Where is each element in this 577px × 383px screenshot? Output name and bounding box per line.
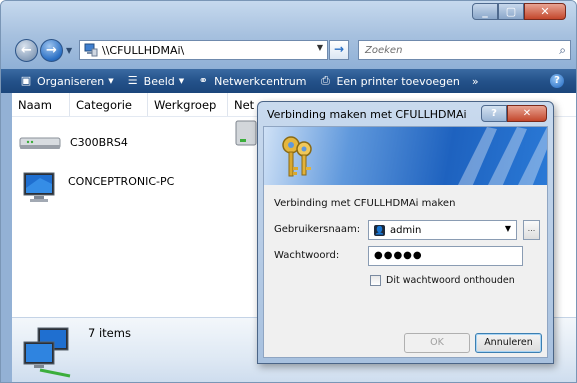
banner-decoration: [458, 127, 547, 185]
address-dropdown-icon[interactable]: ▼: [317, 43, 323, 52]
username-label: Gebruikersnaam:: [274, 224, 361, 235]
column-header-werkgroep[interactable]: Werkgroep: [148, 93, 228, 116]
remember-password-checkbox[interactable]: [370, 275, 381, 286]
list-item[interactable]: CONCEPTRONIC-PC: [20, 170, 174, 206]
network-computer-icon: [84, 43, 98, 57]
network-center-button[interactable]: ⚭ Netwerkcentrum: [196, 74, 307, 88]
chevron-down-icon: ▼: [108, 77, 114, 85]
list-item[interactable]: [232, 119, 260, 149]
username-field[interactable]: 👤 admin ▼: [368, 220, 517, 240]
add-printer-button[interactable]: ⎙ Een printer toevoegen: [318, 74, 460, 88]
search-icon[interactable]: ⌕: [559, 43, 566, 58]
search-placeholder: Zoeken: [365, 44, 403, 56]
address-bar[interactable]: \\CFULLHDMAi\ ▼: [79, 40, 328, 60]
recent-pages-dropdown[interactable]: ▼: [66, 46, 76, 55]
maximize-button[interactable]: ▢: [498, 3, 524, 20]
go-button[interactable]: →: [329, 40, 349, 60]
network-device-icon: [235, 120, 257, 146]
more-commands-button[interactable]: »: [472, 75, 479, 88]
cancel-button[interactable]: Annuleren: [475, 333, 542, 353]
organize-menu[interactable]: ▣ Organiseren ▼: [19, 74, 114, 88]
address-text: \\CFULLHDMAi\: [102, 43, 185, 57]
forward-button[interactable]: →: [40, 38, 63, 62]
dialog-subtitle: Verbinding met CFULLHDMAi maken: [274, 198, 456, 209]
back-button[interactable]: ←: [15, 38, 38, 62]
ok-button[interactable]: OK: [404, 333, 470, 353]
network-computers-icon: [23, 327, 71, 378]
dialog-banner: [264, 127, 547, 185]
help-icon[interactable]: ?: [550, 74, 564, 88]
item-label: C300BRS4: [70, 135, 128, 149]
dialog-controls: ? ✕: [481, 105, 547, 122]
add-printer-label: Een printer toevoegen: [336, 74, 460, 88]
search-input[interactable]: Zoeken ⌕: [358, 40, 571, 60]
navigation-buttons: ← → ▼: [15, 38, 76, 62]
view-icon: ☰: [127, 74, 138, 87]
password-label: Wachtwoord:: [274, 250, 340, 261]
chevron-down-icon[interactable]: ▼: [505, 224, 511, 233]
user-icon: 👤: [374, 224, 385, 236]
computer-monitor-icon: [23, 172, 55, 202]
list-item[interactable]: C300BRS4: [18, 131, 128, 153]
dialog-body: Verbinding met CFULLHDMAi maken Gebruike…: [263, 126, 548, 358]
remember-password-label[interactable]: Dit wachtwoord onthouden: [386, 275, 515, 286]
dialog-title: Verbinding maken met CFULLHDMAi: [267, 108, 467, 121]
item-label: CONCEPTRONIC-PC: [68, 174, 175, 188]
credentials-dialog: Verbinding maken met CFULLHDMAi ? ✕ Verb…: [257, 101, 554, 364]
dialog-help-button[interactable]: ?: [481, 105, 507, 122]
column-header-categorie[interactable]: Categorie: [70, 93, 148, 116]
network-center-icon: ⚭: [198, 74, 208, 87]
password-field[interactable]: ●●●●●: [368, 246, 523, 266]
keys-icon: [282, 136, 312, 177]
column-header-naam[interactable]: Naam: [12, 93, 70, 116]
username-value: admin: [390, 224, 422, 236]
minimize-button[interactable]: _: [472, 3, 498, 20]
organize-label: Organiseren: [37, 74, 105, 88]
chevron-down-icon: ▼: [178, 77, 185, 85]
printer-icon: ⎙: [321, 74, 330, 87]
dialog-close-button[interactable]: ✕: [507, 105, 547, 122]
router-device-icon: [19, 137, 61, 149]
close-button[interactable]: ✕: [524, 3, 566, 20]
more-commands-label: »: [471, 74, 479, 88]
view-label: Beeld: [143, 74, 175, 88]
item-count: 7 items: [88, 326, 131, 340]
command-bar: ▣ Organiseren ▼ ☰ Beeld ▼ ⚭ Netwerkcentr…: [1, 69, 576, 93]
browse-button[interactable]: ...: [523, 220, 540, 240]
view-menu[interactable]: ☰ Beeld ▼: [126, 74, 185, 88]
window-controls: _ ▢ ✕: [472, 3, 566, 20]
organize-icon: ▣: [20, 74, 32, 87]
network-center-label: Netwerkcentrum: [214, 74, 307, 88]
